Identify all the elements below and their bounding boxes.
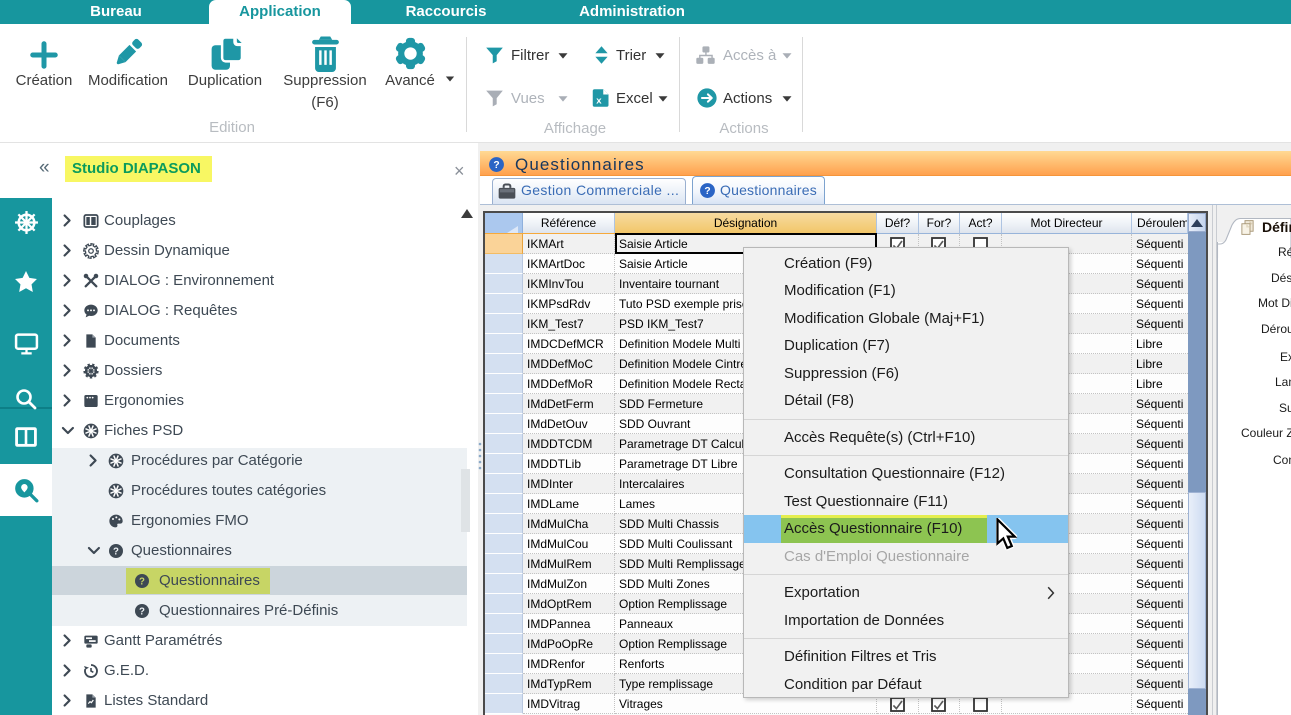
svg-text:?: ?: [704, 186, 710, 197]
svg-text:?: ?: [139, 576, 145, 587]
svg-text:x: x: [596, 95, 602, 106]
svg-text:?: ?: [493, 160, 499, 171]
svg-text:?: ?: [113, 546, 119, 557]
svg-text:?: ?: [139, 606, 145, 617]
